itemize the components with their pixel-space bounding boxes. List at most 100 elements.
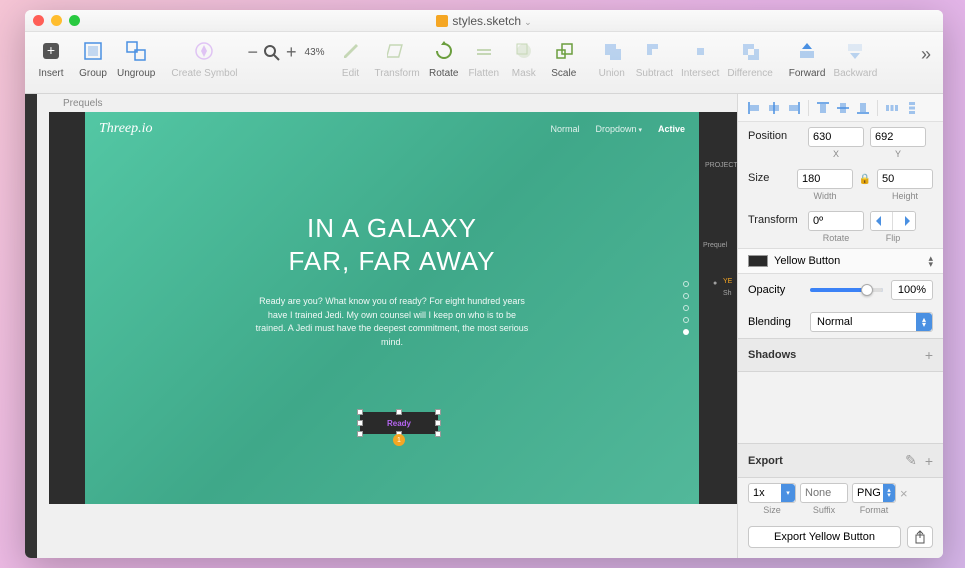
export-format-select[interactable]: PNG▴▾ — [852, 483, 896, 503]
scale-button[interactable]: Scale — [544, 36, 584, 81]
zoom-button[interactable] — [69, 15, 80, 26]
selected-element[interactable]: Ready 1 — [360, 412, 438, 434]
position-label: Position — [748, 127, 802, 142]
side-text: YE — [723, 278, 732, 285]
union-button[interactable]: Union — [592, 36, 632, 81]
height-input[interactable] — [877, 169, 933, 189]
select-arrow-icon: ▴▾ — [883, 484, 895, 502]
select-arrow-icon: ▴▾ — [916, 313, 932, 331]
side-text: Prequel — [703, 242, 727, 249]
title-chevron-icon[interactable]: ⌄ — [524, 17, 532, 28]
forward-button[interactable]: Forward — [785, 36, 830, 81]
y-input[interactable] — [870, 127, 926, 147]
nav-active: Active — [658, 124, 685, 134]
transform-button[interactable]: Transform — [371, 36, 424, 81]
canvas[interactable]: Prequels PROJECT Prequel ● YE Sh Threep.… — [25, 94, 737, 558]
align-top-icon[interactable] — [815, 100, 831, 116]
edit-button[interactable]: Edit — [331, 36, 371, 81]
distribute-v-icon[interactable] — [904, 100, 920, 116]
layers-panel-collapsed[interactable] — [25, 94, 37, 558]
align-left-icon[interactable] — [746, 100, 762, 116]
x-input[interactable] — [808, 127, 864, 147]
distribute-h-icon[interactable] — [884, 100, 900, 116]
selection-badge: 1 — [393, 434, 405, 446]
export-knife-icon[interactable]: ✎ — [905, 452, 917, 469]
export-button[interactable]: Export Yellow Button — [748, 526, 901, 548]
flip-h-button[interactable] — [871, 212, 893, 230]
subtract-button[interactable]: Subtract — [632, 36, 677, 81]
x-sublabel: X — [833, 149, 839, 159]
window-title: styles.sketch⌄ — [25, 14, 943, 28]
close-button[interactable] — [33, 15, 44, 26]
side-dot: ● — [713, 280, 717, 287]
toolbar: + Insert Group Ungroup Create Symbol − +… — [25, 32, 943, 94]
brand-logo: Threep.io — [99, 121, 153, 137]
zoom-control: − + 43% — [248, 36, 325, 63]
intersect-button[interactable]: Intersect — [677, 36, 723, 81]
align-center-h-icon[interactable] — [766, 100, 782, 116]
resize-handle[interactable] — [396, 409, 402, 415]
zoom-out-button[interactable]: − — [248, 42, 259, 63]
artboard[interactable]: Threep.io Normal Dropdown Active IN A GA… — [85, 112, 699, 504]
title-text: styles.sketch — [452, 14, 521, 28]
insert-button[interactable]: + Insert — [31, 36, 71, 81]
minimize-button[interactable] — [51, 15, 62, 26]
align-center-v-icon[interactable] — [835, 100, 851, 116]
add-shadow-button[interactable]: + — [925, 347, 933, 363]
backward-button[interactable]: Backward — [829, 36, 881, 81]
flip-v-button[interactable] — [893, 212, 915, 230]
blending-value: Normal — [817, 316, 852, 328]
export-suffix-input[interactable] — [800, 483, 848, 503]
width-input[interactable] — [797, 169, 853, 189]
resize-handle[interactable] — [435, 409, 441, 415]
resize-handle[interactable] — [435, 420, 441, 426]
style-name: Yellow Button — [774, 255, 922, 267]
opacity-slider[interactable] — [810, 288, 883, 292]
group-button[interactable]: Group — [73, 36, 113, 81]
rotate-sublabel: Rotate — [823, 233, 850, 243]
dot-active — [683, 329, 689, 335]
lock-icon[interactable]: 🔒 — [859, 169, 871, 189]
remove-export-button[interactable]: × — [900, 483, 908, 501]
rotate-input[interactable] — [808, 211, 864, 231]
size-label: Size — [748, 169, 791, 184]
mask-button[interactable]: Mask — [504, 36, 544, 81]
rotate-button[interactable]: Rotate — [424, 36, 464, 81]
blending-row: Blending Normal ▴▾ — [738, 306, 943, 338]
ungroup-button[interactable]: Ungroup — [113, 36, 159, 81]
toolbar-overflow-button[interactable]: » — [915, 36, 937, 73]
export-suffix-sublabel: Suffix — [813, 505, 835, 515]
share-button[interactable] — [907, 526, 933, 548]
zoom-in-button[interactable]: + — [286, 42, 297, 63]
export-size-select[interactable]: 1x▾ — [748, 483, 796, 503]
opacity-input[interactable] — [891, 280, 933, 300]
height-sublabel: Height — [892, 191, 918, 201]
side-text: PROJECT — [705, 162, 737, 169]
nav-normal: Normal — [550, 124, 579, 134]
position-row: Position X Y — [738, 122, 943, 164]
align-right-icon[interactable] — [786, 100, 802, 116]
artboard-label[interactable]: Prequels — [63, 98, 102, 109]
nav-items: Normal Dropdown Active — [550, 124, 685, 134]
resize-handle[interactable] — [357, 420, 363, 426]
size-row: Size Width 🔒 Height — [738, 164, 943, 206]
add-export-button[interactable]: + — [925, 453, 933, 469]
flatten-button[interactable]: Flatten — [464, 36, 504, 81]
resize-handle[interactable] — [435, 431, 441, 437]
create-symbol-button[interactable]: Create Symbol — [167, 36, 241, 81]
align-bottom-icon[interactable] — [855, 100, 871, 116]
resize-handle[interactable] — [357, 409, 363, 415]
artboard-edge-right: PROJECT Prequel ● YE Sh — [699, 112, 737, 504]
difference-button[interactable]: Difference — [723, 36, 776, 81]
shadows-section[interactable]: Shadows + — [738, 338, 943, 372]
export-label: Export — [748, 455, 783, 467]
app-window: styles.sketch⌄ + Insert Group Ungroup Cr… — [25, 10, 943, 558]
shared-style-selector[interactable]: Yellow Button ▴▾ — [738, 248, 943, 274]
window-controls — [33, 15, 80, 26]
blending-select[interactable]: Normal ▴▾ — [810, 312, 933, 332]
artboard-nav: Threep.io Normal Dropdown Active — [85, 112, 699, 146]
main-area: Prequels PROJECT Prequel ● YE Sh Threep.… — [25, 94, 943, 558]
export-preset-row: 1x▾ Size Suffix PNG▴▾ Format × — [738, 478, 943, 520]
align-controls — [738, 94, 943, 122]
resize-handle[interactable] — [357, 431, 363, 437]
